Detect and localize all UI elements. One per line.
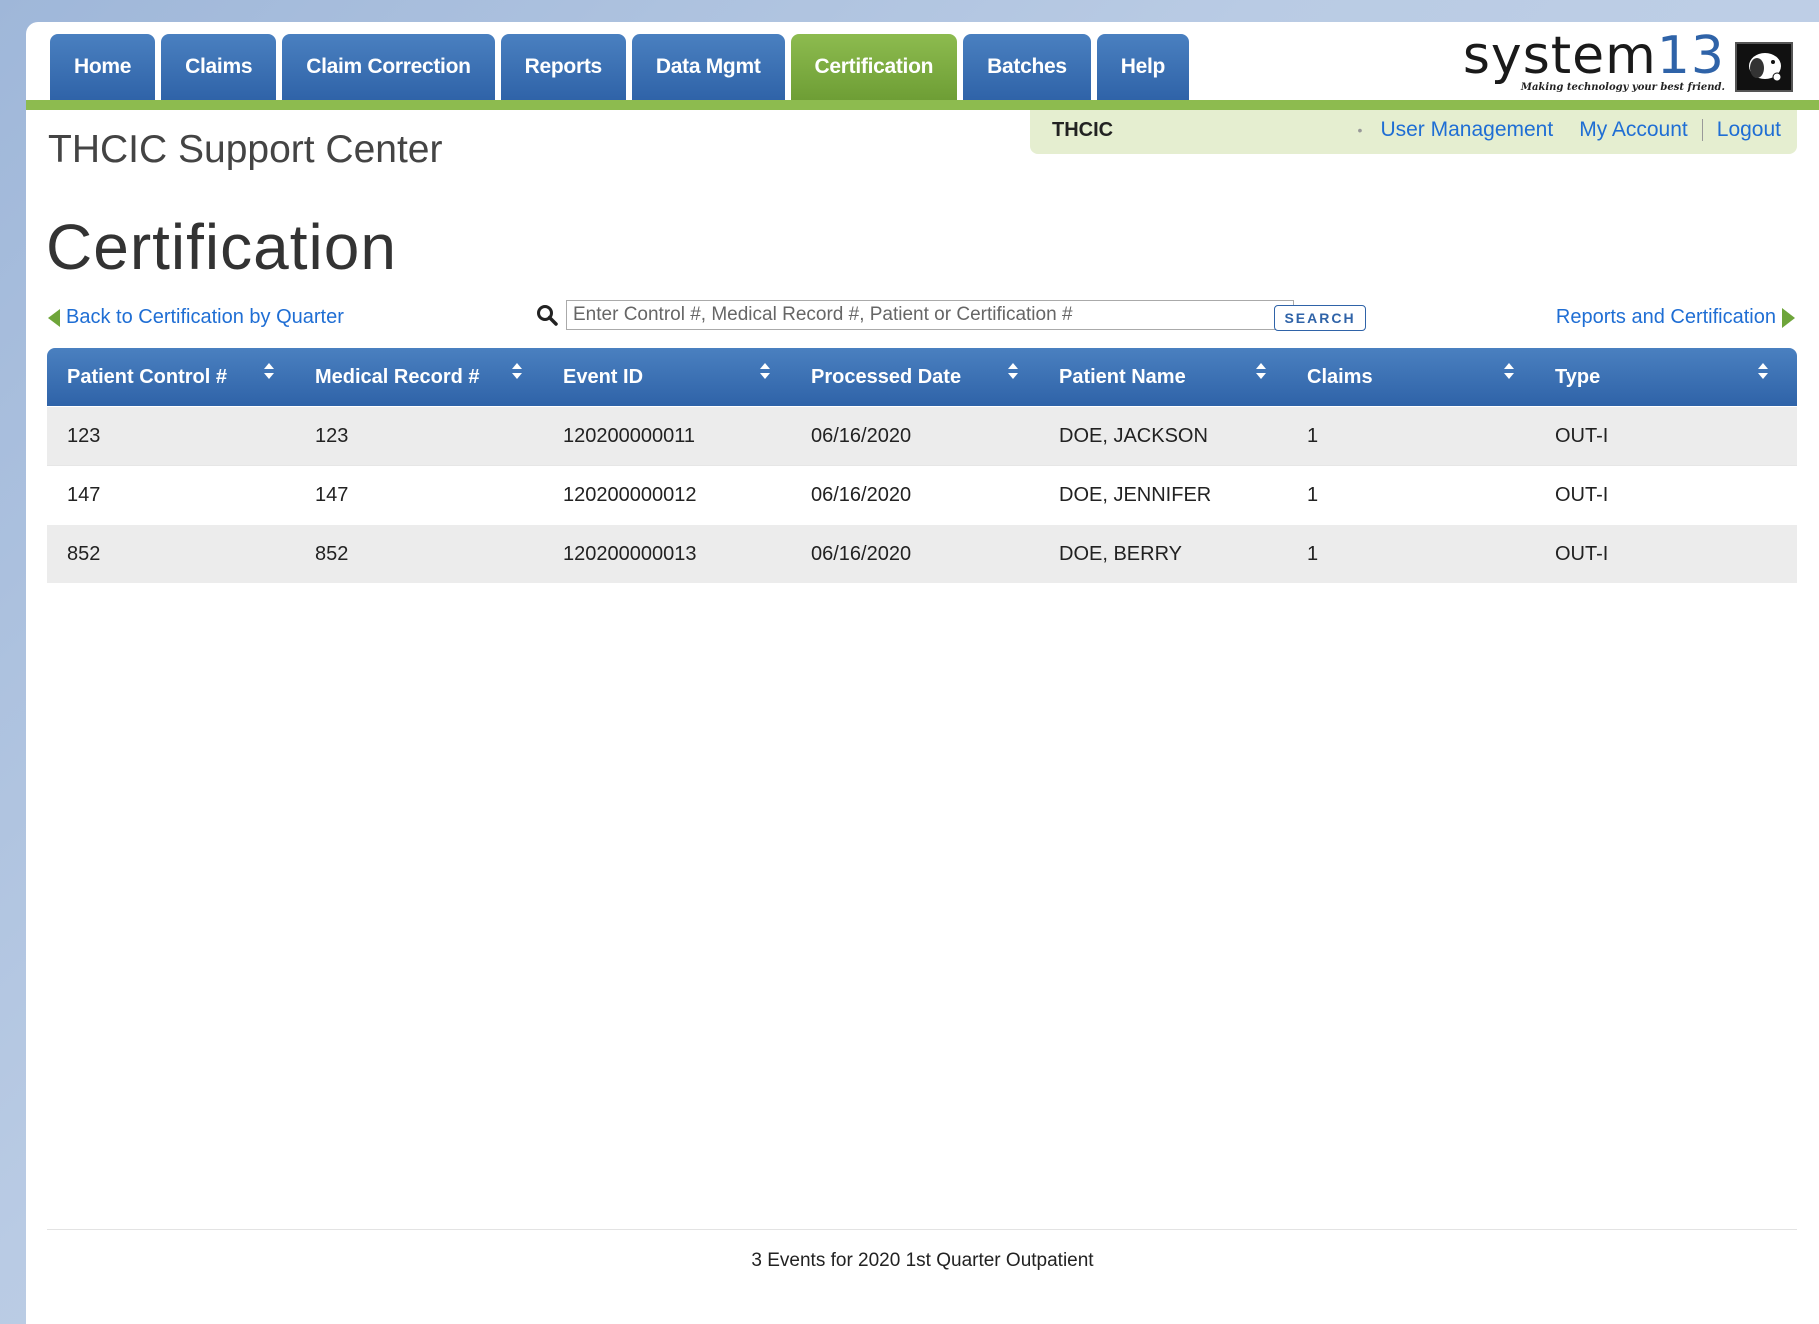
sort-icon[interactable] <box>1503 362 1515 380</box>
tab-batches[interactable]: Batches <box>963 34 1091 100</box>
logout-link[interactable]: Logout <box>1717 118 1781 142</box>
cell-claims: 1 <box>1307 542 1319 565</box>
search-input[interactable] <box>566 300 1294 330</box>
user-management-link[interactable]: User Management <box>1380 118 1553 142</box>
arrow-right-icon <box>1782 307 1795 328</box>
cell-type: OUT-I <box>1555 424 1609 447</box>
column-header-patient-control[interactable]: Patient Control # <box>47 348 295 406</box>
column-header-patient-name[interactable]: Patient Name <box>1039 348 1287 406</box>
logo-wordmark: system13 <box>1463 26 1725 86</box>
cell-patient-control: 123 <box>67 424 101 447</box>
search-icon <box>537 305 558 326</box>
table-row[interactable]: 123 123 120200000011 06/16/2020 DOE, JAC… <box>47 406 1797 465</box>
nav-underline <box>26 100 1819 110</box>
column-label: Medical Record # <box>315 365 480 388</box>
system13-logo: system13 Making technology your best fri… <box>1435 26 1795 96</box>
reports-and-certification-link[interactable]: Reports and Certification <box>1556 306 1795 329</box>
tab-help[interactable]: Help <box>1096 34 1190 100</box>
cell-patient-name: DOE, BERRY <box>1059 542 1182 565</box>
sort-icon[interactable] <box>759 362 771 380</box>
cell-patient-name: DOE, JACKSON <box>1059 424 1208 447</box>
column-label: Processed Date <box>811 365 962 388</box>
dog-logo-icon <box>1735 42 1793 92</box>
link-divider <box>1701 119 1703 141</box>
table-row[interactable]: 147 147 120200000012 06/16/2020 DOE, JEN… <box>47 465 1797 524</box>
sort-icon[interactable] <box>1255 362 1267 380</box>
reports-link-label[interactable]: Reports and Certification <box>1556 306 1776 329</box>
footer-divider <box>47 1229 1797 1230</box>
column-header-medical-record[interactable]: Medical Record # <box>295 348 543 406</box>
tab-claims[interactable]: Claims <box>161 34 277 100</box>
column-header-event-id[interactable]: Event ID <box>543 348 791 406</box>
tab-claim-correction[interactable]: Claim Correction <box>282 34 495 100</box>
user-links: • User Management My Account Logout <box>1358 118 1781 142</box>
main-nav: Home Claims Claim Correction Reports Dat… <box>50 34 1190 100</box>
cell-processed-date: 06/16/2020 <box>811 542 912 565</box>
user-bar: THCIC • User Management My Account Logou… <box>1030 110 1797 154</box>
separator-dot-icon: • <box>1357 122 1363 138</box>
column-label: Type <box>1555 365 1601 388</box>
tab-reports[interactable]: Reports <box>500 34 626 100</box>
cell-medical-record: 123 <box>315 424 349 447</box>
tab-certification[interactable]: Certification <box>790 34 958 100</box>
table-body: 123 123 120200000011 06/16/2020 DOE, JAC… <box>47 406 1797 583</box>
tab-data-mgmt[interactable]: Data Mgmt <box>631 34 785 100</box>
column-header-type[interactable]: Type <box>1535 348 1797 406</box>
sort-icon[interactable] <box>263 362 275 380</box>
cell-processed-date: 06/16/2020 <box>811 424 912 447</box>
cell-patient-control: 147 <box>67 483 101 506</box>
site-title: THCIC Support Center <box>48 128 443 171</box>
back-to-certification-link[interactable]: Back to Certification by Quarter <box>48 306 344 329</box>
cell-type: OUT-I <box>1555 483 1609 506</box>
cell-patient-control: 852 <box>67 542 101 565</box>
arrow-left-icon <box>48 308 60 327</box>
sort-icon[interactable] <box>1757 362 1769 380</box>
cell-event-id: 120200000012 <box>563 483 697 506</box>
back-link-label[interactable]: Back to Certification by Quarter <box>66 306 344 329</box>
tab-home[interactable]: Home <box>50 34 156 100</box>
column-header-claims[interactable]: Claims <box>1287 348 1535 406</box>
search-button[interactable]: SEARCH <box>1274 305 1366 331</box>
cell-type: OUT-I <box>1555 542 1609 565</box>
page-title: Certification <box>46 211 397 283</box>
cell-claims: 1 <box>1307 483 1319 506</box>
my-account-link[interactable]: My Account <box>1579 118 1688 142</box>
cell-event-id: 120200000011 <box>563 424 695 447</box>
events-table: Patient Control # Medical Record # Event… <box>47 348 1797 583</box>
column-header-processed-date[interactable]: Processed Date <box>791 348 1039 406</box>
column-label: Claims <box>1307 365 1373 388</box>
cell-claims: 1 <box>1307 424 1319 447</box>
table-row[interactable]: 852 852 120200000013 06/16/2020 DOE, BER… <box>47 524 1797 583</box>
cell-medical-record: 147 <box>315 483 349 506</box>
events-summary: 3 Events for 2020 1st Quarter Outpatient <box>751 1250 1094 1271</box>
table-header: Patient Control # Medical Record # Event… <box>47 348 1797 406</box>
cell-processed-date: 06/16/2020 <box>811 483 912 506</box>
cell-patient-name: DOE, JENNIFER <box>1059 483 1212 506</box>
column-label: Patient Name <box>1059 365 1186 388</box>
sort-icon[interactable] <box>1007 362 1019 380</box>
column-label: Event ID <box>563 365 644 388</box>
column-label: Patient Control # <box>67 365 228 388</box>
logo-number: 13 <box>1656 26 1725 86</box>
app-window: Home Claims Claim Correction Reports Dat… <box>26 22 1819 1324</box>
cell-event-id: 120200000013 <box>563 542 697 565</box>
org-name: THCIC <box>1052 119 1114 141</box>
logo-word: system <box>1462 26 1657 86</box>
cell-medical-record: 852 <box>315 542 349 565</box>
sort-icon[interactable] <box>511 362 523 380</box>
logo-tagline: Making technology your best friend. <box>1520 82 1725 93</box>
